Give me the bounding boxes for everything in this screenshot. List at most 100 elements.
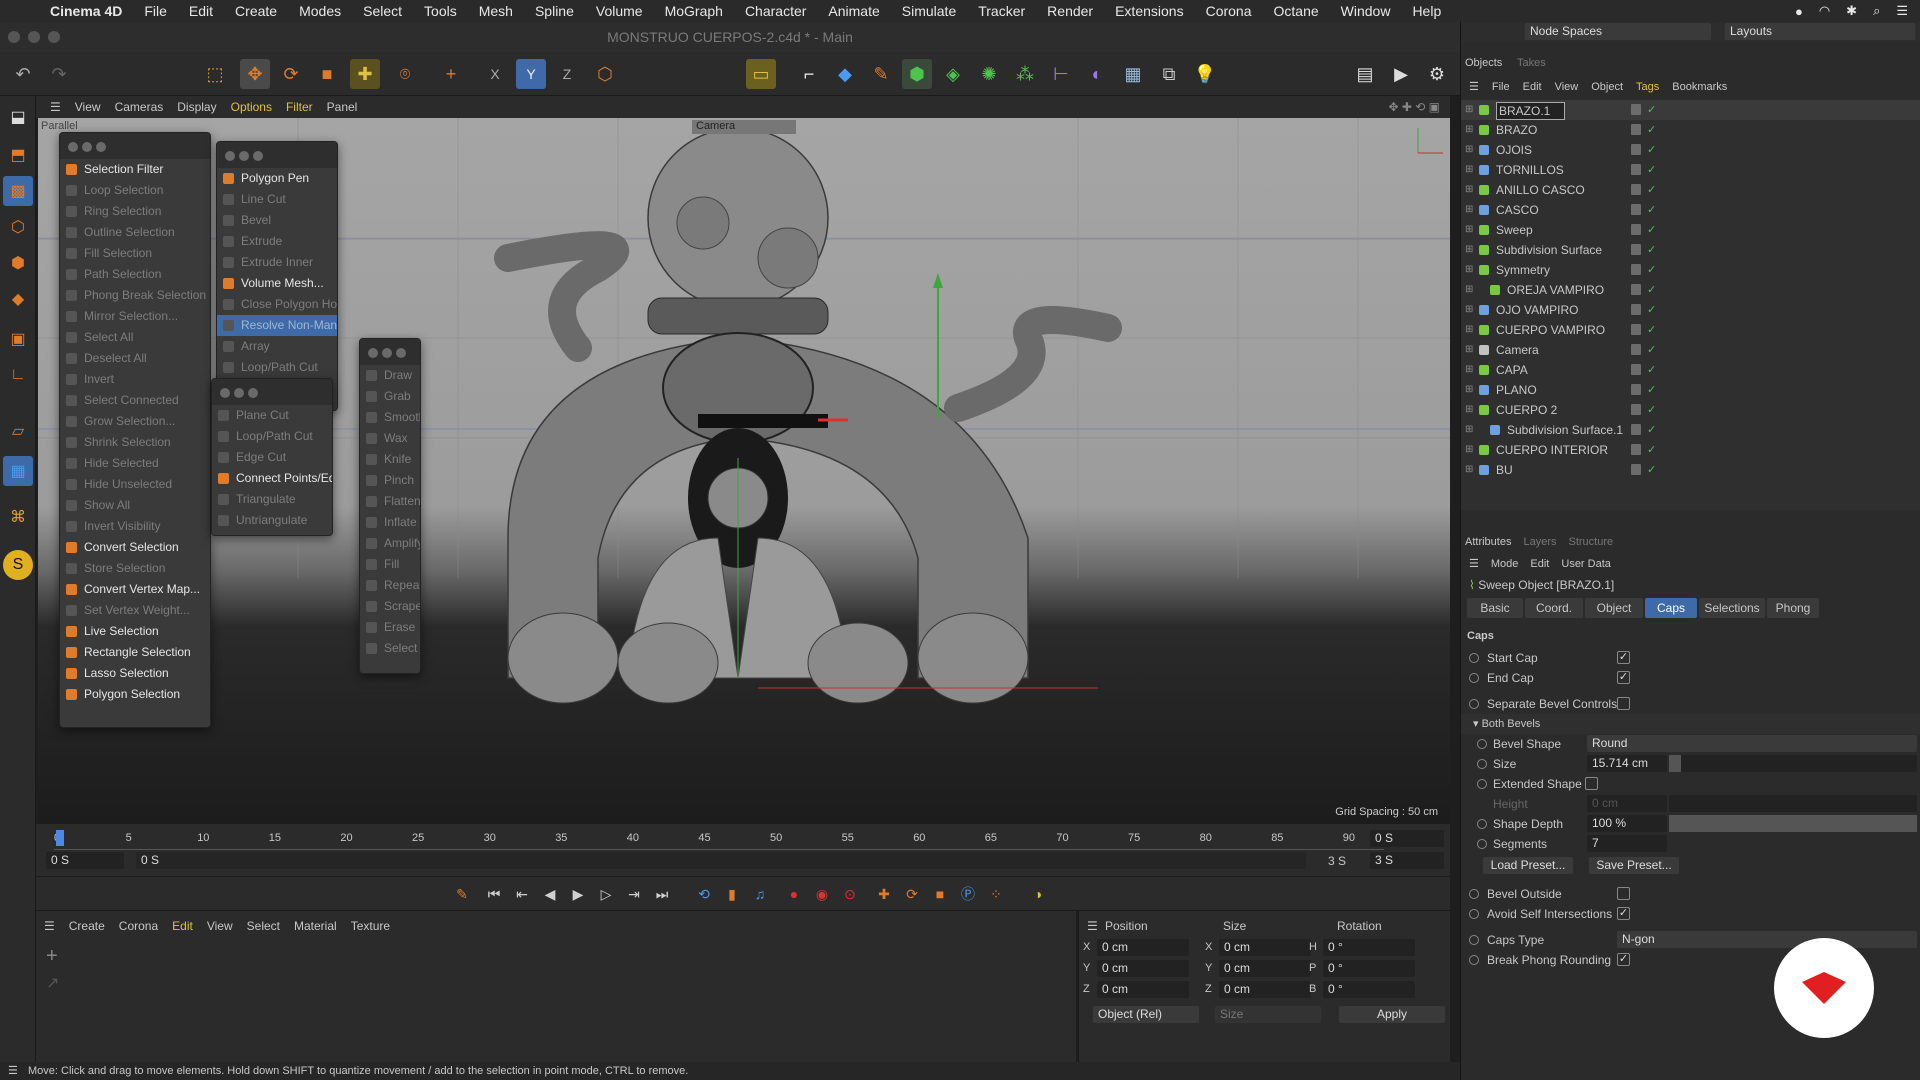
deformer-icon[interactable]: ⊢ <box>1046 59 1076 89</box>
menu-animate[interactable]: Animate <box>828 3 879 19</box>
viewport-hamburger-icon[interactable]: ☰ <box>50 100 61 114</box>
subtab-object[interactable]: Object <box>1585 598 1643 618</box>
viewport[interactable]: Parallel Camera Grid Spacing : 50 cm Sel… <box>38 118 1450 824</box>
palette-item[interactable]: Ring Selection <box>60 201 210 222</box>
palette-item[interactable]: Volume Mesh... <box>217 273 337 294</box>
palette-item[interactable]: Convert Selection <box>60 537 210 558</box>
object-row[interactable]: ⊞ Symmetry ✓ <box>1461 260 1920 280</box>
menu-edit[interactable]: Edit <box>189 3 213 19</box>
rotation-field[interactable]: 0 ° <box>1323 939 1415 956</box>
obj-menu-bookmarks[interactable]: Bookmarks <box>1672 77 1727 97</box>
palette-item[interactable]: Untriangulate <box>212 510 332 531</box>
object-row[interactable]: ⊞ Subdivision Surface.1 ✓ <box>1461 420 1920 440</box>
palette-item[interactable]: Loop/Path Cut <box>217 357 337 378</box>
palette-item[interactable]: Show All <box>60 495 210 516</box>
timeline-mode-icon[interactable]: ▮ <box>720 882 744 906</box>
palette-item[interactable]: Line Cut <box>217 189 337 210</box>
palette-item[interactable]: Grow Selection... <box>60 411 210 432</box>
palette-item[interactable]: Store Selection <box>60 558 210 579</box>
object-row[interactable]: ⊞ CASCO ✓ <box>1461 200 1920 220</box>
end-cap-checkbox[interactable]: ✓ <box>1617 671 1630 684</box>
key-rotation-icon[interactable]: ⟳ <box>900 882 924 906</box>
move-tool-icon[interactable]: ✥ <box>240 59 270 89</box>
expand-icon[interactable]: ⊞ <box>1465 100 1473 120</box>
palette-item[interactable]: Loop Selection <box>60 180 210 201</box>
structure-tab[interactable]: Structure <box>1569 532 1614 552</box>
visibility-check-icon[interactable]: ✓ <box>1647 120 1656 140</box>
palette-item[interactable]: Smooth <box>360 407 420 428</box>
layer-icon[interactable] <box>1631 404 1641 415</box>
object-row[interactable]: ⊞ CAPA ✓ <box>1461 360 1920 380</box>
coordinate-system-icon[interactable]: ⬡ <box>590 59 620 89</box>
start-cap-checkbox[interactable]: ✓ <box>1617 651 1630 664</box>
visibility-check-icon[interactable]: ✓ <box>1647 240 1656 260</box>
key-point-icon[interactable]: ⁘ <box>984 882 1008 906</box>
playhead[interactable] <box>56 830 64 846</box>
palette-item[interactable]: Amplify <box>360 533 420 554</box>
expand-icon[interactable]: ⊞ <box>1465 240 1473 260</box>
visibility-check-icon[interactable]: ✓ <box>1647 280 1656 300</box>
current-frame-field[interactable]: 0 S <box>1370 830 1444 847</box>
palette-item[interactable]: Invert <box>60 369 210 390</box>
layer-icon[interactable] <box>1631 264 1641 275</box>
expand-icon[interactable]: ⊞ <box>1465 220 1473 240</box>
expand-icon[interactable]: ⊞ <box>1465 200 1473 220</box>
visibility-check-icon[interactable]: ✓ <box>1647 140 1656 160</box>
load-preset-button[interactable]: Load Preset... <box>1483 857 1573 874</box>
previous-key-icon[interactable]: ⇤ <box>510 882 534 906</box>
object-row[interactable]: ⊞ PLANO ✓ <box>1461 380 1920 400</box>
expand-icon[interactable]: ⊞ <box>1465 420 1473 440</box>
menu-create[interactable]: Create <box>235 3 277 19</box>
object-row[interactable]: ⊞ BU ✓ <box>1461 460 1920 480</box>
palette-item[interactable]: Grab <box>360 386 420 407</box>
size-field[interactable]: 0 cm <box>1219 960 1311 977</box>
menu-tracker[interactable]: Tracker <box>978 3 1025 19</box>
layouts-select[interactable]: Layouts <box>1725 23 1915 40</box>
bevel-shape-select[interactable]: Round <box>1587 735 1917 752</box>
layer-icon[interactable] <box>1631 284 1641 295</box>
palette-item[interactable]: Polygon Selection <box>60 684 210 705</box>
visibility-check-icon[interactable]: ✓ <box>1647 180 1656 200</box>
palette-item[interactable]: Deselect All <box>60 348 210 369</box>
subtab-phong[interactable]: Phong <box>1767 598 1819 618</box>
viewport-nav-icons[interactable]: ✥ ✚ ⟲ ▣ <box>1388 100 1440 114</box>
obj-menu-object[interactable]: Object <box>1591 77 1623 97</box>
palette-item[interactable]: Selection Filter <box>60 159 210 180</box>
menu-spline[interactable]: Spline <box>535 3 574 19</box>
object-row[interactable]: ⊞ OJOIS ✓ <box>1461 140 1920 160</box>
x-axis-icon[interactable]: X <box>480 59 510 89</box>
palette-item[interactable]: Fill <box>360 554 420 575</box>
palette-item[interactable]: Rectangle Selection <box>60 642 210 663</box>
layer-icon[interactable] <box>1631 204 1641 215</box>
separate-bevel-checkbox[interactable] <box>1617 697 1630 710</box>
play-icon[interactable]: ▶ <box>566 882 590 906</box>
visibility-check-icon[interactable]: ✓ <box>1647 320 1656 340</box>
menu-simulate[interactable]: Simulate <box>902 3 956 19</box>
edges-mode-icon[interactable]: ⬢ <box>3 248 33 278</box>
menu-mograph[interactable]: MoGraph <box>665 3 723 19</box>
mat-menu-material[interactable]: Material <box>294 919 337 933</box>
attributes-menu-icon[interactable]: ☰ <box>1469 554 1479 574</box>
object-row[interactable]: ⊞ OJO VAMPIRO ✓ <box>1461 300 1920 320</box>
render-settings-icon[interactable]: ⚙ <box>1422 59 1452 89</box>
segments-field[interactable]: 7 <box>1587 835 1667 852</box>
subtab-selections[interactable]: Selections <box>1699 598 1765 618</box>
coords-size-select[interactable]: Size <box>1215 1006 1321 1023</box>
obj-menu-edit[interactable]: Edit <box>1523 77 1542 97</box>
search-icon[interactable]: ⌕ <box>1873 3 1880 19</box>
soft-selection-icon[interactable]: ⌘ <box>3 502 33 532</box>
visibility-check-icon[interactable]: ✓ <box>1647 300 1656 320</box>
menu-cameras[interactable]: Cameras <box>115 100 164 114</box>
palette-item[interactable]: Triangulate <box>212 489 332 510</box>
add-icon[interactable]: + <box>436 59 466 89</box>
expand-icon[interactable]: ⊞ <box>1465 340 1473 360</box>
object-row[interactable]: ⊞ ANILLO CASCO ✓ <box>1461 180 1920 200</box>
next-key-icon[interactable]: ⇥ <box>622 882 646 906</box>
layer-icon[interactable] <box>1631 304 1641 315</box>
visibility-check-icon[interactable]: ✓ <box>1647 440 1656 460</box>
scale-tool-icon[interactable]: ■ <box>312 59 342 89</box>
visibility-check-icon[interactable]: ✓ <box>1647 460 1656 480</box>
layer-icon[interactable] <box>1631 464 1641 475</box>
texture-icon[interactable]: ▩ <box>3 176 33 206</box>
palette-item[interactable]: Flatten <box>360 491 420 512</box>
